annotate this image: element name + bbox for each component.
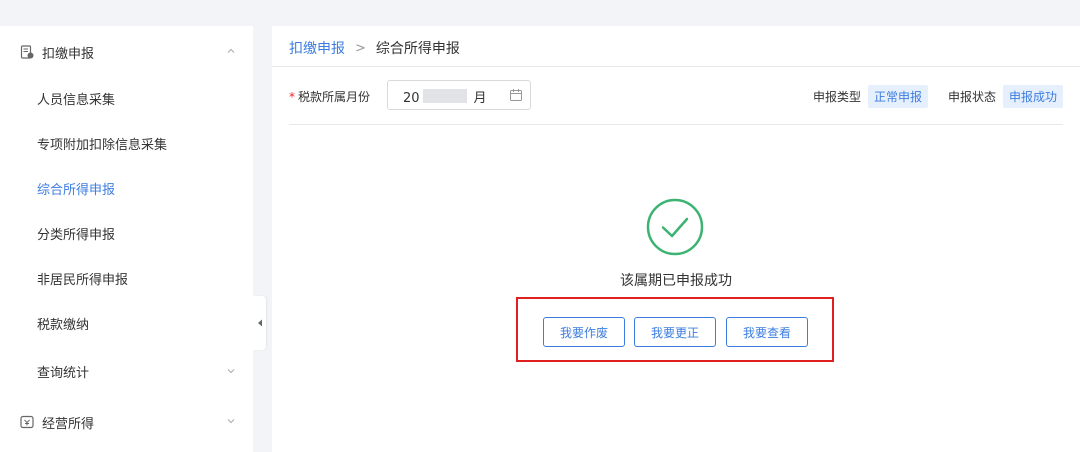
sidebar-item-nonresident-income[interactable]: 非居民所得申报	[0, 258, 253, 298]
void-declaration-button[interactable]: 我要作废	[543, 317, 625, 347]
sidebar-group-business-income[interactable]: 经营所得	[0, 402, 253, 442]
check-circle-icon	[646, 198, 704, 256]
breadcrumb: 扣缴申报 > 综合所得申报	[289, 38, 460, 58]
month-field-label: * 税款所属月份	[289, 88, 370, 105]
breadcrumb-link-withholding[interactable]: 扣缴申报	[289, 38, 345, 58]
declaration-state-badge: 申报成功	[1002, 84, 1063, 108]
sidebar-item-comprehensive-income[interactable]: 综合所得申报	[0, 168, 253, 208]
month-label-text: 税款所属月份	[298, 90, 371, 104]
redaction-mask	[423, 89, 467, 103]
sidebar-group-label: 经营所得	[42, 416, 95, 432]
breadcrumb-current: 综合所得申报	[375, 41, 460, 57]
chevron-down-icon	[225, 415, 237, 427]
sidebar-item-label: 查询统计	[37, 365, 90, 381]
sidebar-group-label: 扣缴申报	[42, 46, 95, 62]
sidebar-collapse-handle[interactable]	[253, 296, 266, 350]
sidebar-item-tax-payment[interactable]: 税款缴纳	[0, 303, 253, 343]
filter-row: * 税款所属月份 20 月 申报类型 正常申报 申报状态 申报成功	[289, 80, 1063, 112]
success-message: 该属期已申报成功	[620, 273, 732, 289]
declaration-type-label: 申报类型	[812, 89, 861, 104]
tax-month-picker[interactable]: 20 月	[387, 80, 531, 110]
sidebar-group-withholding[interactable]: 扣缴申报	[0, 32, 253, 72]
sidebar-item-classified-income[interactable]: 分类所得申报	[0, 213, 253, 253]
divider	[272, 66, 1080, 67]
view-declaration-button[interactable]: 我要查看	[726, 317, 808, 347]
calendar-icon	[510, 89, 522, 101]
declaration-type-badge: 正常申报	[867, 84, 928, 108]
divider	[289, 124, 1063, 125]
correct-declaration-button[interactable]: 我要更正	[634, 317, 716, 347]
caret-left-icon	[257, 316, 263, 331]
sidebar-item-query-stats[interactable]: 查询统计	[0, 351, 253, 391]
declaration-status-area: 申报类型 正常申报 申报状态 申报成功	[812, 84, 1063, 108]
month-value-prefix: 20	[403, 91, 420, 106]
sidebar-item-special-deduction[interactable]: 专项附加扣除信息采集	[0, 123, 253, 163]
chevron-up-icon	[225, 45, 237, 57]
main-panel: 扣缴申报 > 综合所得申报 * 税款所属月份 20 月 申报类型 正常申报 申报…	[272, 26, 1080, 452]
declaration-state-label: 申报状态	[947, 89, 996, 104]
chevron-down-icon	[225, 365, 237, 377]
document-icon	[20, 45, 34, 59]
sidebar: 扣缴申报 人员信息采集 专项附加扣除信息采集 综合所得申报 分类所得申报 非居民…	[0, 26, 253, 452]
breadcrumb-separator: >	[355, 40, 366, 56]
shop-icon	[20, 415, 34, 429]
required-mark: *	[289, 90, 295, 104]
month-value-suffix: 月	[473, 91, 487, 106]
sidebar-item-personnel-info[interactable]: 人员信息采集	[0, 78, 253, 118]
